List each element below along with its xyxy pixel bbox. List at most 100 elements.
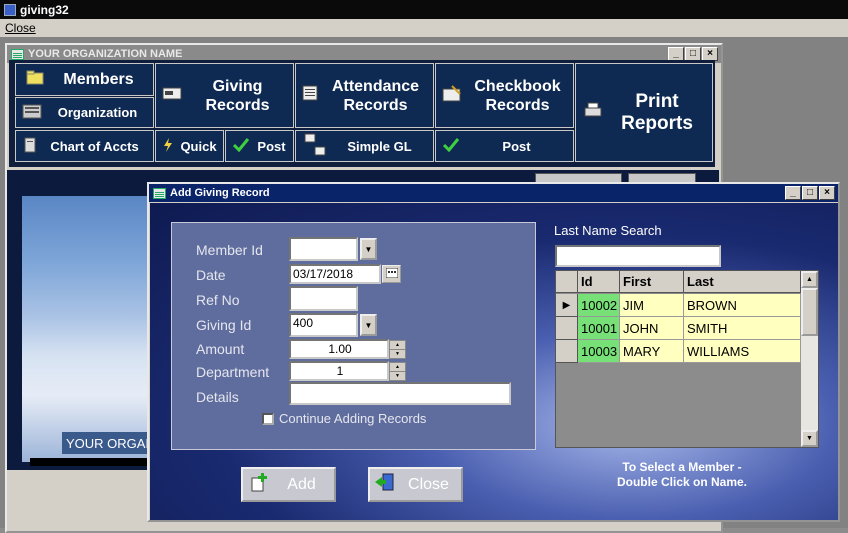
window-icon	[153, 187, 166, 199]
giving-records-button[interactable]: Giving Records	[155, 63, 294, 128]
member-id-dropdown[interactable]: ▼	[360, 238, 377, 260]
giving-records-line1: Giving	[212, 77, 263, 95]
checkbook-icon	[442, 84, 462, 107]
row-header[interactable]	[556, 317, 578, 340]
giving-id-dropdown[interactable]: ▼	[360, 314, 377, 336]
giving-records-line2: Records	[205, 96, 270, 114]
date-label: Date	[196, 267, 226, 283]
nav-panel: Members Organization Chart of Accts Givi…	[9, 60, 715, 167]
scroll-down-icon[interactable]: ▼	[801, 430, 818, 447]
close-button[interactable]: ×	[819, 186, 835, 200]
spin-down-icon[interactable]: ▼	[390, 372, 405, 381]
print-reports-line2: Reports	[621, 112, 693, 134]
amount-label: Amount	[196, 341, 245, 357]
spin-up-icon[interactable]: ▲	[390, 341, 405, 350]
checkbook-records-line1: Checkbook	[474, 77, 561, 95]
member-id-label: Member Id	[196, 242, 263, 258]
calendar-icon	[385, 267, 398, 281]
post-giving-label: Post	[257, 138, 286, 154]
print-reports-button[interactable]: Print Reports	[575, 63, 713, 162]
last-name-search-label: Last Name Search	[554, 223, 662, 238]
ref-no-field[interactable]	[289, 286, 358, 311]
maximize-button[interactable]: □	[802, 186, 818, 200]
maximize-button[interactable]: □	[685, 47, 701, 61]
member-id-field[interactable]	[289, 237, 358, 261]
quick-button[interactable]: Quick	[155, 130, 224, 162]
giving-id-label: Giving Id	[196, 317, 252, 333]
amount-spinner[interactable]: ▲ ▼	[389, 340, 406, 359]
chart-of-accts-button[interactable]: Chart of Accts	[15, 130, 154, 162]
details-field[interactable]	[289, 382, 511, 405]
app-titlebar: giving32	[0, 0, 848, 19]
continue-adding-label: Continue Adding Records	[279, 411, 427, 426]
members-button[interactable]: Members	[15, 63, 154, 96]
organization-label: Organization	[57, 105, 138, 120]
giving-window-title: Add Giving Record	[170, 187, 270, 199]
table-cell-first[interactable]: JIM	[620, 294, 684, 317]
post-giving-button[interactable]: Post	[225, 130, 294, 162]
giving-id-field[interactable]: 400	[289, 313, 358, 337]
app-title: giving32	[20, 2, 69, 17]
column-header-first[interactable]: First	[620, 271, 684, 293]
checkbook-records-button[interactable]: Checkbook Records	[435, 63, 574, 128]
last-name-search-input[interactable]	[555, 245, 721, 267]
window-icon	[11, 48, 24, 60]
giving-window-titlebar: Add Giving Record _ □ ×	[149, 184, 838, 202]
table-cell-last[interactable]: BROWN	[684, 294, 801, 317]
scroll-up-icon[interactable]: ▲	[801, 271, 818, 288]
spin-down-icon[interactable]: ▼	[390, 350, 405, 359]
menu-close[interactable]: Close	[5, 21, 36, 35]
current-row-arrow-icon: ▶	[562, 299, 571, 311]
close-dialog-button[interactable]: Close	[368, 467, 463, 502]
table-cell-last[interactable]: WILLIAMS	[684, 340, 801, 363]
minimize-button[interactable]: _	[668, 47, 684, 61]
simple-gl-label: Simple GL	[347, 138, 412, 154]
minimize-button[interactable]: _	[785, 186, 801, 200]
print-reports-line1: Print	[635, 90, 679, 112]
continue-adding-checkbox[interactable]	[262, 413, 274, 425]
wallet-icon	[162, 86, 182, 105]
dropdown-arrow-icon: ▼	[364, 244, 373, 254]
grid-corner	[556, 271, 578, 293]
add-button-label: Add	[287, 475, 316, 493]
org-window-title: YOUR ORGANIZATION NAME	[28, 48, 183, 60]
row-header[interactable]: ▶	[556, 294, 578, 317]
add-button[interactable]: Add	[241, 467, 336, 502]
department-spinner[interactable]: ▲ ▼	[389, 362, 406, 381]
calendar-button[interactable]	[382, 265, 401, 283]
attendance-records-button[interactable]: Attendance Records	[295, 63, 434, 128]
organization-button[interactable]: Organization	[15, 97, 154, 128]
spin-up-icon[interactable]: ▲	[390, 363, 405, 372]
menubar: Close	[0, 19, 848, 37]
scroll-thumb[interactable]	[801, 288, 818, 336]
close-button[interactable]: ×	[702, 47, 718, 61]
grid-vertical-scrollbar[interactable]: ▲ ▼	[801, 271, 818, 447]
folder-icon	[26, 69, 44, 90]
column-header-id[interactable]: Id	[578, 271, 620, 293]
simple-gl-button[interactable]: Simple GL	[295, 130, 434, 162]
calculator-icon	[304, 133, 326, 160]
department-label: Department	[196, 364, 270, 380]
table-cell-first[interactable]: JOHN	[620, 317, 684, 340]
column-header-last[interactable]: Last	[684, 271, 801, 293]
row-header[interactable]	[556, 340, 578, 363]
table-cell-id[interactable]: 10003	[578, 340, 620, 363]
table-cell-last[interactable]: SMITH	[684, 317, 801, 340]
quick-label: Quick	[180, 138, 217, 154]
date-field[interactable]: 03/17/2018	[289, 264, 381, 284]
department-field[interactable]: 1	[289, 361, 389, 381]
amount-field[interactable]: 1.00	[289, 339, 389, 359]
hint-line-2: Double Click on Name.	[616, 475, 748, 489]
table-cell-id[interactable]: 10001	[578, 317, 620, 340]
select-member-hint: To Select a Member - Double Click on Nam…	[590, 460, 774, 490]
post-checkbook-button[interactable]: Post	[435, 130, 574, 162]
banner-shadow	[30, 458, 155, 466]
attendance-records-line1: Attendance	[331, 77, 420, 95]
details-label: Details	[196, 389, 239, 405]
organization-banner: YOUR ORGANIZATION NAME	[62, 432, 152, 454]
table-cell-first[interactable]: MARY	[620, 340, 684, 363]
dropdown-arrow-icon: ▼	[364, 320, 373, 330]
checkbook-records-line2: Records	[485, 96, 550, 114]
ref-no-label: Ref No	[196, 292, 240, 308]
table-cell-id[interactable]: 10002	[578, 294, 620, 317]
